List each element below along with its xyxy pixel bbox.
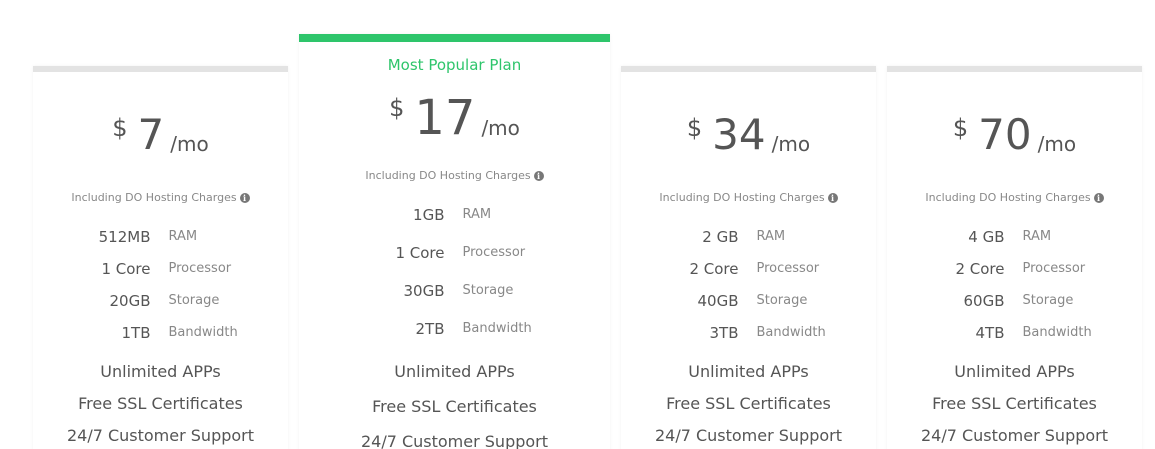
feature-free-ssl: Free SSL Certificates bbox=[372, 397, 537, 416]
spec-value: 60GB bbox=[963, 292, 1005, 310]
feature-unlimited-apps: Unlimited APPs bbox=[394, 362, 515, 381]
info-circle-icon[interactable]: i bbox=[1093, 193, 1104, 203]
spec-value: 512MB bbox=[98, 228, 151, 246]
hosting-note-text: Including DO Hosting Charges bbox=[925, 191, 1091, 204]
hosting-note: Including DO Hosting Charges i bbox=[33, 191, 288, 204]
spec-value: 1GB bbox=[413, 206, 445, 224]
hosting-note: Including DO Hosting Charges i bbox=[621, 191, 876, 204]
feature-support: 24/7 Customer Support bbox=[920, 426, 1109, 445]
feature-unlimited-apps: Unlimited APPs bbox=[954, 362, 1075, 381]
spec-storage: 60GB Storage bbox=[887, 292, 1142, 312]
price: $ 17 /mo bbox=[299, 90, 610, 146]
spec-storage: 30GB Storage bbox=[299, 282, 610, 302]
spec-bandwidth: 3TB Bandwidth bbox=[621, 324, 876, 344]
spec-value: 1 Core bbox=[101, 260, 151, 278]
spec-label: RAM bbox=[756, 229, 786, 244]
spec-value: 4TB bbox=[975, 324, 1005, 342]
price-period: /mo bbox=[481, 116, 520, 140]
plan-card-pro[interactable]: $ 70 /mo Including DO Hosting Charges i 4… bbox=[887, 66, 1142, 449]
spec-label: Bandwidth bbox=[756, 325, 826, 340]
spec-label: Bandwidth bbox=[462, 321, 532, 336]
spec-label: RAM bbox=[1022, 229, 1052, 244]
spec-value: 4 GB bbox=[968, 228, 1005, 246]
spec-ram: 512MB RAM bbox=[33, 228, 288, 248]
price: $ 34 /mo bbox=[621, 110, 876, 160]
spec-ram: 2 GB RAM bbox=[621, 228, 876, 248]
spec-label: Bandwidth bbox=[168, 325, 238, 340]
currency-symbol: $ bbox=[389, 94, 405, 122]
spec-value: 2 GB bbox=[702, 228, 739, 246]
plan-card-popular[interactable]: Most Popular Plan $ 17 /mo Including DO … bbox=[299, 34, 610, 449]
spec-label: Storage bbox=[756, 293, 808, 308]
spec-value: 40GB bbox=[697, 292, 739, 310]
spec-label: RAM bbox=[462, 207, 492, 222]
info-circle-icon[interactable]: i bbox=[533, 171, 544, 181]
spec-value: 2 Core bbox=[689, 260, 739, 278]
price: $ 70 /mo bbox=[887, 110, 1142, 160]
spec-storage: 20GB Storage bbox=[33, 292, 288, 312]
spec-value: 3TB bbox=[709, 324, 739, 342]
spec-value: 20GB bbox=[109, 292, 151, 310]
spec-label: Bandwidth bbox=[1022, 325, 1092, 340]
price-period: /mo bbox=[771, 132, 811, 156]
price-amount: 17 bbox=[414, 90, 476, 146]
spec-processor: 1 Core Processor bbox=[299, 244, 610, 264]
feature-support: 24/7 Customer Support bbox=[360, 432, 549, 449]
spec-processor: 2 Core Processor bbox=[887, 260, 1142, 280]
currency-symbol: $ bbox=[112, 114, 128, 142]
spec-ram: 4 GB RAM bbox=[887, 228, 1142, 248]
feature-free-ssl: Free SSL Certificates bbox=[932, 394, 1097, 413]
price-period: /mo bbox=[170, 132, 209, 156]
spec-label: Processor bbox=[1022, 261, 1086, 276]
pricing-page: $ 7 /mo Including DO Hosting Charges i 51… bbox=[0, 0, 1155, 449]
price-amount: 7 bbox=[137, 110, 165, 159]
spec-value: 2 Core bbox=[955, 260, 1005, 278]
spec-label: Storage bbox=[1022, 293, 1074, 308]
feature-free-ssl: Free SSL Certificates bbox=[78, 394, 243, 413]
spec-label: Processor bbox=[168, 261, 232, 276]
spec-label: Processor bbox=[462, 245, 526, 260]
feature-unlimited-apps: Unlimited APPs bbox=[688, 362, 809, 381]
plan-card-basic[interactable]: $ 7 /mo Including DO Hosting Charges i 51… bbox=[33, 66, 288, 449]
spec-value: 1TB bbox=[121, 324, 151, 342]
currency-symbol: $ bbox=[686, 114, 703, 142]
hosting-note: Including DO Hosting Charges i bbox=[299, 169, 610, 182]
spec-label: Storage bbox=[168, 293, 220, 308]
price-amount: 70 bbox=[978, 110, 1032, 159]
spec-bandwidth: 2TB Bandwidth bbox=[299, 320, 610, 340]
feature-unlimited-apps: Unlimited APPs bbox=[100, 362, 221, 381]
spec-value: 30GB bbox=[403, 282, 445, 300]
most-popular-badge: Most Popular Plan bbox=[387, 56, 522, 74]
feature-support: 24/7 Customer Support bbox=[66, 426, 255, 445]
info-circle-icon[interactable]: i bbox=[239, 193, 250, 203]
spec-processor: 1 Core Processor bbox=[33, 260, 288, 280]
plan-card-business[interactable]: $ 34 /mo Including DO Hosting Charges i 2… bbox=[621, 66, 876, 449]
price: $ 7 /mo bbox=[33, 110, 288, 160]
spec-value: 2TB bbox=[415, 320, 445, 338]
spec-bandwidth: 4TB Bandwidth bbox=[887, 324, 1142, 344]
currency-symbol: $ bbox=[952, 114, 969, 142]
spec-value: 1 Core bbox=[395, 244, 445, 262]
spec-processor: 2 Core Processor bbox=[621, 260, 876, 280]
hosting-note: Including DO Hosting Charges i bbox=[887, 191, 1142, 204]
price-period: /mo bbox=[1037, 132, 1077, 156]
spec-label: RAM bbox=[168, 229, 198, 244]
feature-support: 24/7 Customer Support bbox=[654, 426, 843, 445]
hosting-note-text: Including DO Hosting Charges bbox=[71, 191, 237, 204]
spec-label: Storage bbox=[462, 283, 514, 298]
spec-storage: 40GB Storage bbox=[621, 292, 876, 312]
info-circle-icon[interactable]: i bbox=[827, 193, 838, 203]
hosting-note-text: Including DO Hosting Charges bbox=[659, 191, 825, 204]
hosting-note-text: Including DO Hosting Charges bbox=[365, 169, 531, 182]
spec-bandwidth: 1TB Bandwidth bbox=[33, 324, 288, 344]
feature-free-ssl: Free SSL Certificates bbox=[666, 394, 831, 413]
price-amount: 34 bbox=[712, 110, 766, 159]
spec-ram: 1GB RAM bbox=[299, 206, 610, 226]
spec-label: Processor bbox=[756, 261, 820, 276]
